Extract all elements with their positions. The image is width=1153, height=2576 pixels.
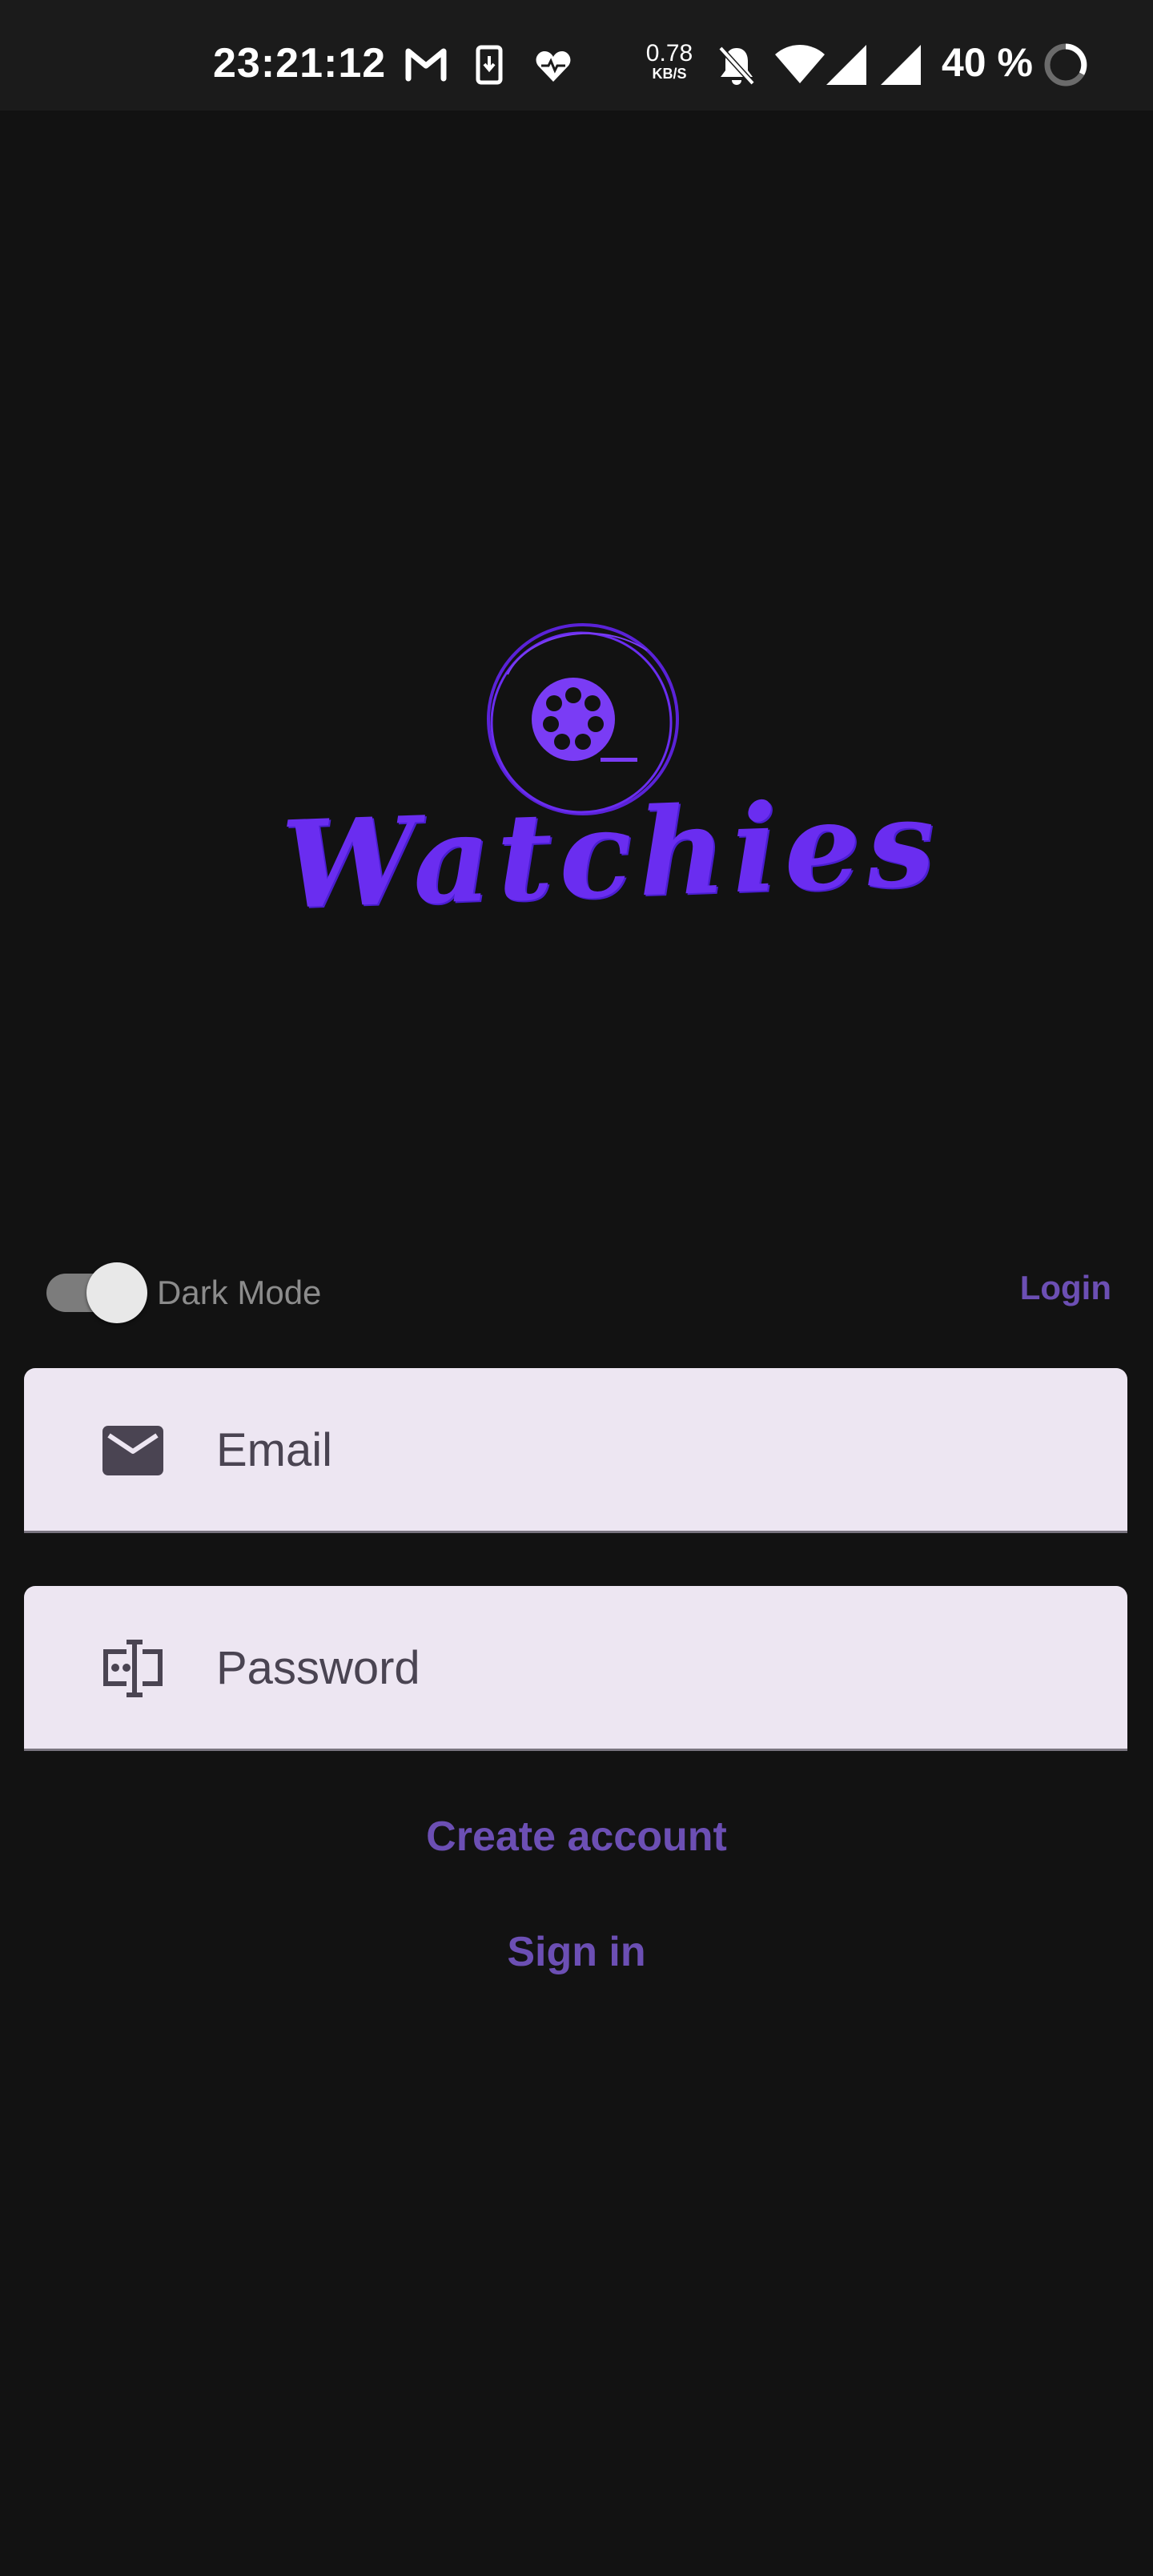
dark-mode-label: Dark Mode bbox=[157, 1274, 322, 1311]
network-speed-value: 0.78 bbox=[645, 40, 693, 66]
create-account-button[interactable]: Create account bbox=[0, 1809, 1153, 1865]
battery-percent: 40 % bbox=[942, 40, 1033, 85]
app-logo: Watchies bbox=[279, 618, 943, 939]
app-wordmark: Watchies bbox=[279, 772, 943, 936]
email-field[interactable] bbox=[24, 1368, 1127, 1533]
network-speed: 0.78 KB/S bbox=[641, 40, 698, 83]
gmail-icon bbox=[405, 48, 447, 82]
mail-icon bbox=[102, 1426, 163, 1475]
toggle-thumb bbox=[86, 1262, 147, 1323]
signal-icon bbox=[881, 45, 921, 85]
wifi-icon bbox=[775, 45, 825, 83]
password-input[interactable] bbox=[216, 1634, 1081, 1701]
dark-mode-toggle[interactable] bbox=[46, 1262, 147, 1323]
battery-ring-icon bbox=[1044, 43, 1087, 87]
password-icon bbox=[103, 1640, 163, 1697]
signal-icon bbox=[826, 45, 866, 85]
status-bar: 23:21:12 0.78 KB/S 40 % bbox=[0, 0, 1153, 111]
bell-off-icon bbox=[718, 46, 755, 86]
email-input[interactable] bbox=[216, 1416, 1081, 1483]
login-tab[interactable]: Login bbox=[990, 1266, 1111, 1310]
sign-in-button[interactable]: Sign in bbox=[0, 1924, 1153, 1980]
status-time: 23:21:12 bbox=[213, 40, 387, 87]
network-speed-unit: KB/S bbox=[652, 66, 687, 82]
heart-monitor-icon bbox=[536, 51, 571, 82]
password-field[interactable] bbox=[24, 1586, 1127, 1751]
phone-download-icon bbox=[476, 45, 503, 85]
